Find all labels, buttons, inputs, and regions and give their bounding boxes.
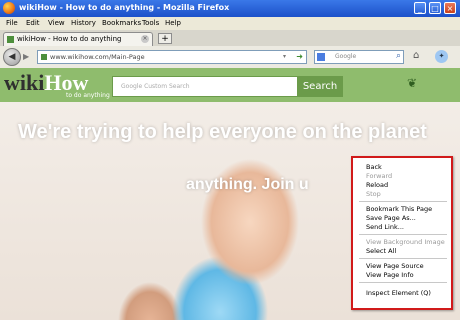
go-arrow-icon[interactable]: ➜	[296, 52, 303, 61]
ctx-separator	[359, 201, 447, 202]
context-menu: Back Forward Reload Stop Bookmark This P…	[351, 156, 453, 310]
firefox-logo-icon	[3, 2, 15, 14]
ctx-stop[interactable]: Stop	[366, 190, 381, 198]
ctx-select-all[interactable]: Select All	[366, 247, 396, 255]
minimize-button[interactable]: _	[414, 2, 426, 14]
site-search-placeholder: Google Custom Search	[121, 83, 190, 90]
menu-bookmarks[interactable]: Bookmarks	[102, 19, 141, 27]
wikihow-logo[interactable]: wikiHow	[4, 72, 88, 94]
home-button[interactable]: ⌂	[413, 50, 419, 61]
page-content: wikiHow to do anything Google Custom Sea…	[0, 68, 460, 320]
site-identity-icon	[41, 54, 47, 60]
menu-history[interactable]: History	[71, 19, 96, 27]
search-input[interactable]: Google	[335, 53, 356, 60]
logo-tagline: to do anything	[66, 92, 110, 99]
menu-view[interactable]: View	[48, 19, 65, 27]
forward-button[interactable]: ▶	[23, 51, 35, 63]
back-button[interactable]: ◀	[3, 48, 21, 66]
ctx-bookmark-page[interactable]: Bookmark This Page	[366, 205, 432, 213]
ctx-forward[interactable]: Forward	[366, 172, 392, 180]
tab-strip: wikiHow - How to do anything × +	[0, 30, 460, 47]
addon-icon[interactable]: ✦	[435, 50, 448, 63]
ctx-separator	[359, 234, 447, 235]
search-engine-icon[interactable]	[317, 53, 325, 61]
site-header: wikiHow to do anything Google Custom Sea…	[0, 68, 460, 102]
tab-close-icon[interactable]: ×	[141, 35, 149, 43]
window-title-bar: wikiHow - How to do anything - Mozilla F…	[0, 0, 460, 17]
ctx-view-background-image[interactable]: View Background Image	[366, 238, 445, 246]
close-window-button[interactable]: ×	[444, 2, 456, 14]
site-search-button[interactable]: Search	[297, 76, 343, 97]
ctx-back[interactable]: Back	[366, 163, 382, 171]
site-search-input[interactable]: Google Custom Search	[112, 76, 298, 97]
menu-help[interactable]: Help	[165, 19, 181, 27]
tab-wikihow[interactable]: wikiHow - How to do anything ×	[3, 32, 153, 46]
menu-bar: File Edit View History Bookmarks Tools H…	[0, 17, 460, 30]
ctx-view-page-info[interactable]: View Page Info	[366, 271, 414, 279]
menu-tools[interactable]: Tools	[142, 19, 159, 27]
logo-wiki-text: wiki	[4, 70, 45, 95]
search-icon[interactable]: ⌕	[396, 51, 401, 61]
sprout-icon: ❦	[407, 76, 418, 90]
address-bar[interactable]: www.wikihow.com/Main-Page ▾ ➜	[37, 50, 307, 64]
tab-title: wikiHow - How to do anything	[17, 35, 122, 43]
window-title: wikiHow - How to do anything - Mozilla F…	[19, 3, 230, 12]
hero-headline-continued: anything. Join u	[186, 176, 309, 193]
ctx-view-page-source[interactable]: View Page Source	[366, 262, 424, 270]
menu-edit[interactable]: Edit	[26, 19, 40, 27]
hero-headline: We're trying to help everyone on the pla…	[18, 121, 427, 143]
ctx-reload[interactable]: Reload	[366, 181, 388, 189]
maximize-button[interactable]: □	[429, 2, 441, 14]
ctx-inspect-element[interactable]: Inspect Element (Q)	[366, 289, 431, 297]
url-dropdown-icon[interactable]: ▾	[283, 53, 286, 60]
navigation-toolbar: ◀ ▶ www.wikihow.com/Main-Page ▾ ➜ Google…	[0, 46, 460, 69]
ctx-send-link[interactable]: Send Link...	[366, 223, 404, 231]
ctx-separator	[359, 282, 447, 283]
new-tab-button[interactable]: +	[158, 33, 172, 44]
wikihow-favicon-icon	[7, 36, 14, 43]
ctx-separator	[359, 258, 447, 259]
search-bar[interactable]: Google ⌕	[314, 50, 404, 64]
ctx-save-page-as[interactable]: Save Page As...	[366, 214, 416, 222]
url-input[interactable]: www.wikihow.com/Main-Page	[50, 53, 145, 61]
menu-file[interactable]: File	[6, 19, 18, 27]
